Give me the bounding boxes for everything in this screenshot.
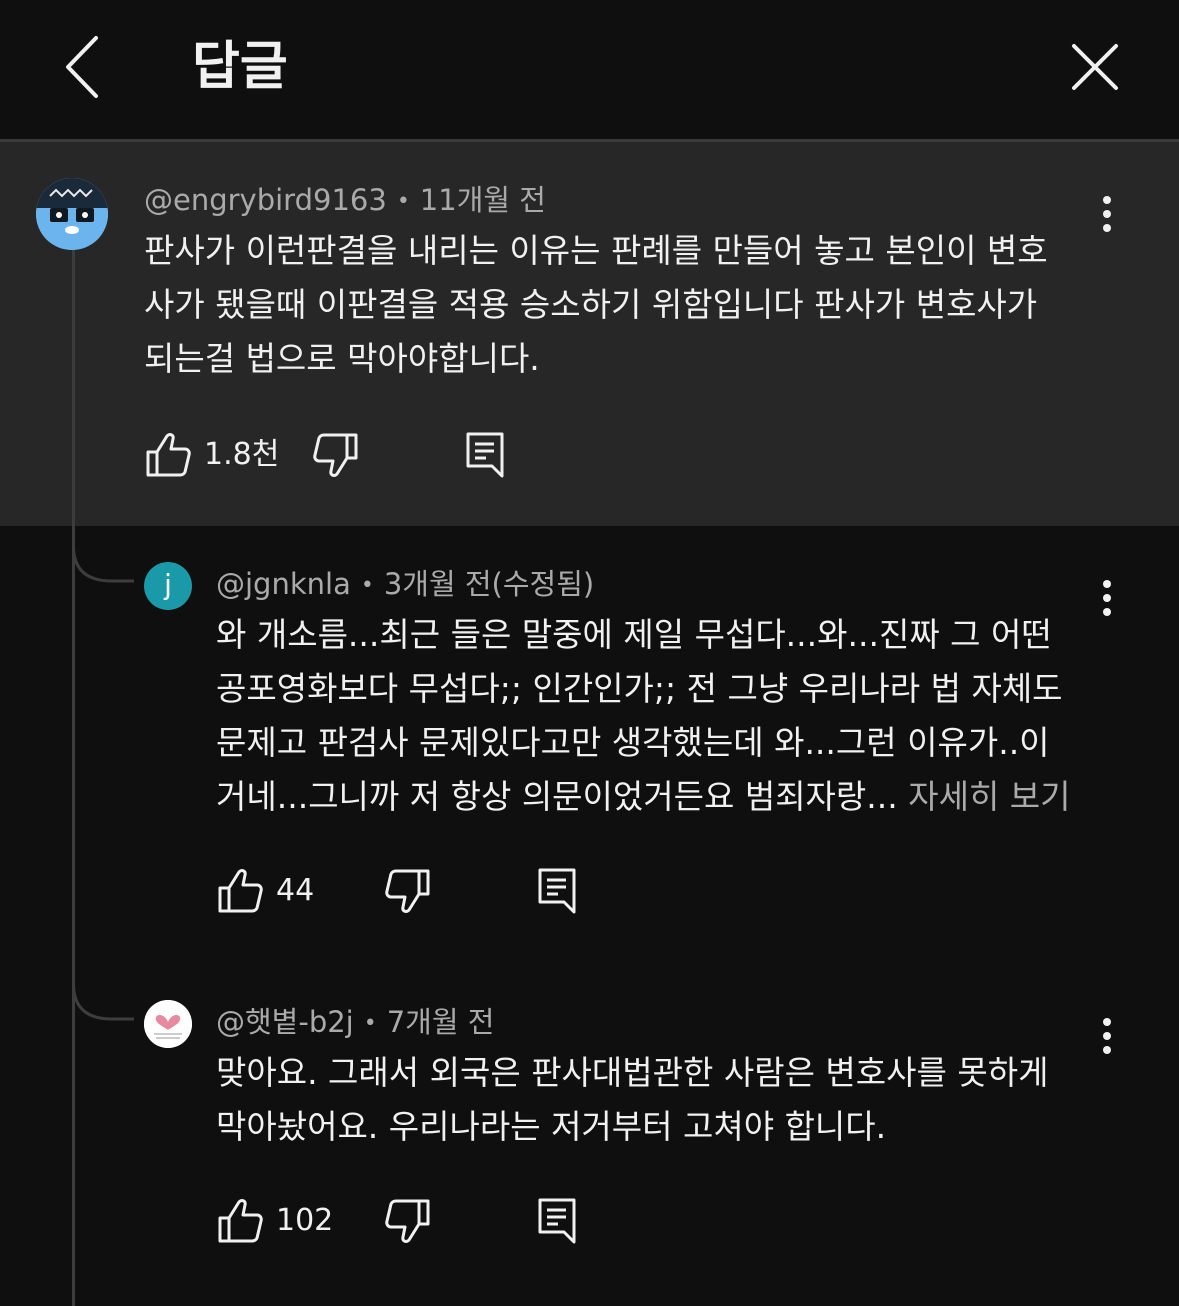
more-vertical-icon-dot bbox=[1103, 608, 1111, 616]
avatar[interactable]: j bbox=[144, 562, 192, 610]
reply-comment-icon bbox=[466, 432, 504, 478]
top-bar: 답글 bbox=[0, 0, 1179, 139]
more-vertical-icon-dot bbox=[1103, 210, 1111, 218]
chevron-left-icon bbox=[66, 36, 98, 98]
comment-meta: @engrybird9163 • 11개월 전 bbox=[144, 180, 546, 222]
author-handle[interactable]: @engrybird9163 bbox=[144, 183, 387, 217]
dislike-button[interactable] bbox=[384, 1196, 432, 1250]
comment-text: 맞아요. 그래서 외국은 판사대법관한 사람은 변호사를 못하게 막아놨어요. … bbox=[216, 1046, 1048, 1154]
more-vertical-icon bbox=[1103, 1018, 1111, 1026]
more-vertical-icon bbox=[1103, 580, 1111, 588]
like-count: 44 bbox=[276, 873, 315, 908]
comment-actions: 44 bbox=[216, 866, 616, 916]
more-options-button[interactable] bbox=[1097, 580, 1117, 620]
avatar[interactable] bbox=[144, 1000, 192, 1048]
thread-connector bbox=[72, 964, 134, 1021]
thumb-up-icon bbox=[146, 433, 191, 477]
meta-separator: • bbox=[396, 189, 410, 214]
avatar-letter: j bbox=[164, 568, 172, 601]
like-count: 1.8천 bbox=[204, 437, 280, 472]
dislike-button[interactable] bbox=[312, 430, 360, 484]
thumb-down-icon bbox=[385, 1199, 430, 1243]
comment-meta: @jgnknla • 3개월 전(수정됨) bbox=[216, 564, 594, 606]
thumb-down-icon bbox=[385, 869, 430, 913]
comment-actions: 102 bbox=[216, 1196, 616, 1246]
reply-button[interactable] bbox=[536, 866, 580, 920]
more-options-button[interactable] bbox=[1097, 196, 1117, 236]
more-vertical-icon-dot bbox=[1103, 1046, 1111, 1054]
reply-button[interactable] bbox=[536, 1196, 580, 1250]
comment-line: 맞아요. 그래서 외국은 판사대법관한 사람은 변호사를 못하게 bbox=[216, 1053, 1049, 1092]
comment-line: 판사가 이런판결을 내리는 이유는 판례를 만들어 놓고 본인이 변호 bbox=[144, 231, 1048, 270]
parent-comment: @engrybird9163 • 11개월 전 판사가 이런판결을 내리는 이유는 … bbox=[0, 142, 1179, 526]
comment-line: 되는걸 법으로 막아야합니다. bbox=[144, 339, 540, 378]
more-vertical-icon bbox=[1103, 196, 1111, 204]
close-icon bbox=[1072, 44, 1118, 90]
comment-line: 문제고 판검사 문제있다고만 생각했는데 와...그런 이유가..이 bbox=[216, 723, 1050, 762]
comment-time: 3개월 전(수정됨) bbox=[383, 567, 595, 601]
comment-line: 사가 됐을때 이판결을 적용 승소하기 위함입니다 판사가 변호사가 bbox=[144, 285, 1038, 324]
close-button[interactable] bbox=[1060, 32, 1130, 102]
reply-comment-icon bbox=[538, 1198, 576, 1244]
comment-time: 11개월 전 bbox=[419, 183, 546, 217]
comment-line: 와 개소름...최근 들은 말중에 제일 무섭다...와...진짜 그 어떤 bbox=[216, 615, 1052, 654]
meta-separator: • bbox=[363, 1011, 377, 1036]
reply-button[interactable] bbox=[464, 430, 508, 484]
meta-separator: • bbox=[360, 573, 374, 598]
reply-comment-icon bbox=[538, 868, 576, 914]
more-options-button[interactable] bbox=[1097, 1018, 1117, 1058]
back-button[interactable] bbox=[52, 30, 122, 104]
heart-icon bbox=[144, 1000, 192, 1048]
comment-text: 와 개소름...최근 들은 말중에 제일 무섭다...와...진짜 그 어떤 공… bbox=[216, 608, 1071, 824]
more-vertical-icon-dot bbox=[1103, 1032, 1111, 1040]
comment-line: 공포영화보다 무섭다;; 인간인가;; 전 그냥 우리나라 법 자체도 bbox=[216, 669, 1063, 708]
like-button[interactable] bbox=[216, 866, 264, 920]
comment-text: 판사가 이런판결을 내리는 이유는 판례를 만들어 놓고 본인이 변호 사가 됐… bbox=[144, 224, 1048, 386]
thumb-up-icon bbox=[218, 1199, 263, 1243]
author-handle[interactable]: @jgnknla bbox=[216, 567, 351, 601]
author-handle[interactable]: @햇볕-b2j bbox=[216, 1005, 354, 1039]
like-button[interactable] bbox=[216, 1196, 264, 1250]
like-button[interactable] bbox=[144, 430, 192, 484]
comment-time: 7개월 전 bbox=[386, 1005, 495, 1039]
comment-line: 거네...그니까 저 항상 의문이었거든요 범죄자랑... 자세히 보기 bbox=[216, 770, 1071, 824]
dislike-button[interactable] bbox=[384, 866, 432, 920]
comment-line: 막아놨어요. 우리나라는 저거부터 고쳐야 합니다. bbox=[216, 1107, 887, 1146]
more-vertical-icon-dot bbox=[1103, 224, 1111, 232]
comment-meta: @햇볕-b2j • 7개월 전 bbox=[216, 1002, 494, 1044]
read-more-link[interactable]: 자세히 보기 bbox=[908, 777, 1070, 816]
page-title: 답글 bbox=[192, 37, 288, 97]
avatar[interactable] bbox=[36, 178, 108, 250]
thread-line bbox=[72, 250, 75, 1306]
more-vertical-icon-dot bbox=[1103, 594, 1111, 602]
comment-line-text: 거네...그니까 저 항상 의문이었거든요 범죄자랑... bbox=[216, 777, 909, 816]
thumb-up-icon bbox=[218, 869, 263, 913]
comment-actions: 1.8천 bbox=[144, 430, 544, 480]
like-count: 102 bbox=[276, 1203, 334, 1238]
thumb-down-icon bbox=[313, 433, 358, 477]
character-avatar-icon bbox=[36, 178, 108, 250]
thread-connector bbox=[72, 526, 134, 583]
